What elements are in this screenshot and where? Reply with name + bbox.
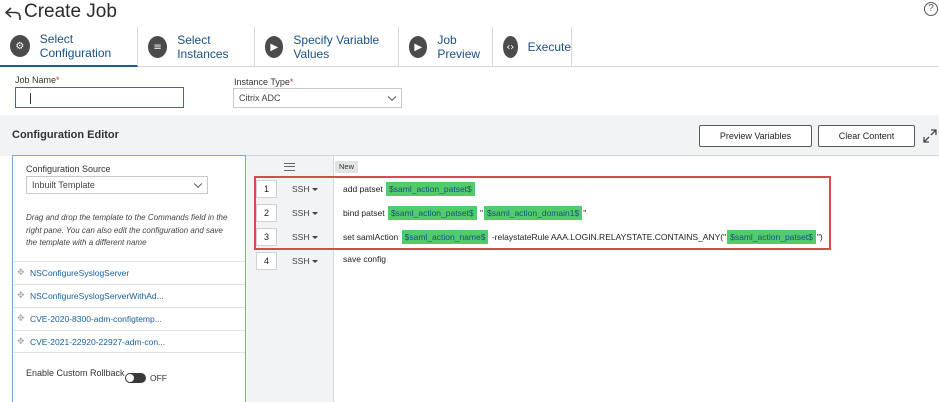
gear-icon: ⚙ (10, 35, 30, 57)
drag-handle-icon[interactable]: ✥ (17, 269, 25, 278)
job-name-input[interactable] (15, 87, 184, 108)
page-title: Create Job (24, 1, 117, 22)
template-item[interactable]: ✥ NSConfigureSyslogServerWithAd... (13, 284, 245, 307)
command-line[interactable]: set samlAction $saml_action_name$ -relay… (343, 230, 823, 244)
configuration-source-label: Configuration Source (26, 164, 111, 174)
caret-down-icon (312, 212, 319, 216)
row-number: 4 (256, 252, 277, 270)
text-caret (30, 93, 31, 104)
drag-handle-icon[interactable]: ✥ (17, 292, 25, 301)
protocol-select[interactable]: SSH (292, 232, 319, 242)
chevron-down-icon (193, 179, 203, 189)
template-item[interactable]: ✥ CVE-2021-22920-22927-adm-con... (13, 330, 245, 353)
tab-label: Specify Variable Values (293, 33, 380, 61)
drag-drop-help-text: Drag and drop the template to the Comman… (26, 213, 228, 247)
back-arrow-icon[interactable] (4, 4, 22, 22)
variable-token[interactable]: $saml_action_domain1$ (484, 206, 583, 220)
command-line[interactable]: save config (343, 254, 386, 264)
drag-handle-icon[interactable]: ✥ (17, 337, 25, 346)
variable-token[interactable]: $saml_action_patset$ (386, 182, 475, 196)
tab-label: Select Configuration (39, 32, 112, 60)
tab-label: Job Preview (437, 33, 481, 61)
job-name-label: Job Name* (15, 75, 60, 85)
preview-variables-button[interactable]: Preview Variables (699, 125, 812, 147)
expand-icon[interactable] (922, 128, 938, 144)
tab-select-instances[interactable]: ≡ Select Instances (138, 27, 255, 67)
variable-token[interactable]: $saml_action_name$ (401, 230, 489, 244)
server-icon: ≡ (148, 36, 168, 58)
protocol-select[interactable]: SSH (292, 184, 319, 194)
play-icon: ▶ (409, 36, 428, 58)
caret-down-icon (312, 188, 319, 192)
tab-select-configuration[interactable]: ⚙ Select Configuration (0, 27, 138, 67)
configuration-editor-title: Configuration Editor (12, 129, 119, 141)
tab-job-preview[interactable]: ▶ Job Preview (399, 27, 493, 67)
toggle-state-label: OFF (150, 373, 167, 383)
commands-editor[interactable]: New add patset $saml_action_patset$ bind… (334, 155, 939, 402)
instance-type-select[interactable]: Citrix ADC (233, 88, 402, 108)
tab-label: Select Instances (177, 33, 229, 61)
command-line[interactable]: bind patset $saml_action_patset$ " $saml… (343, 206, 586, 220)
protocol-select[interactable]: SSH (292, 208, 319, 218)
row-number: 1 (256, 180, 277, 198)
caret-down-icon (312, 260, 319, 264)
configuration-source-select[interactable]: Inbuilt Template (26, 176, 208, 194)
instance-type-label: Instance Type* (234, 77, 294, 87)
variable-token[interactable]: $saml_action_patset$ (727, 230, 816, 244)
play-icon: ▶ (265, 36, 284, 58)
command-line[interactable]: add patset $saml_action_patset$ (343, 182, 476, 196)
variable-token[interactable]: $saml_action_patset$ (387, 206, 477, 220)
tab-label: Execute (527, 40, 571, 54)
title-bar: Create Job ? (0, 0, 939, 28)
drag-handle-icon[interactable]: ✥ (17, 315, 25, 324)
wizard-tabs: ⚙ Select Configuration ≡ Select Instance… (0, 27, 939, 67)
tab-execute[interactable]: ‹› Execute (493, 27, 572, 67)
template-item[interactable]: ✥ CVE-2020-8300-adm-configtemp... (13, 307, 245, 330)
configuration-editor-header: Configuration Editor Preview Variables C… (0, 115, 939, 156)
command-row-gutter: 1 SSH 2 SSH 3 SSH 4 SSH (246, 155, 334, 402)
clear-content-button[interactable]: Clear Content (818, 125, 915, 147)
row-number: 2 (256, 204, 277, 222)
menu-icon[interactable] (284, 163, 295, 171)
caret-down-icon (312, 236, 319, 240)
help-icon[interactable]: ? (924, 2, 938, 16)
row-number: 3 (256, 228, 277, 246)
custom-rollback-toggle[interactable] (125, 373, 146, 383)
tab-specify-variable-values[interactable]: ▶ Specify Variable Values (255, 27, 399, 67)
new-badge: New (335, 161, 359, 173)
protocol-select[interactable]: SSH (292, 256, 319, 266)
template-item[interactable]: ✥ NSConfigureSyslogServer (13, 261, 245, 284)
enable-custom-rollback-label: Enable Custom Rollback (26, 368, 125, 378)
chevron-down-icon (387, 92, 397, 102)
toggle-knob (126, 374, 134, 382)
configuration-source-panel: Configuration Source Inbuilt Template Dr… (12, 155, 246, 402)
code-icon: ‹› (503, 36, 518, 58)
